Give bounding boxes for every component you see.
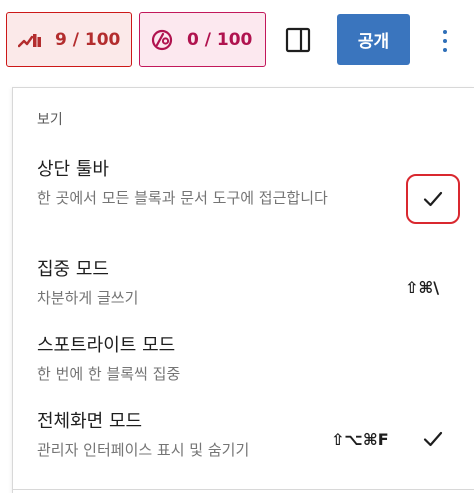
menu-item-title: 집중 모드 bbox=[37, 259, 109, 280]
seo-score-button[interactable]: 9 / 100 bbox=[6, 12, 132, 67]
fullscreen-mode-shortcut: ⇧⌥⌘F bbox=[331, 430, 389, 449]
readability-score-button[interactable]: 0 / 100 bbox=[139, 12, 266, 67]
menu-item-title: 스포트라이트 모드 bbox=[37, 335, 176, 356]
publish-button[interactable]: 공개 bbox=[337, 14, 410, 65]
menu-item-title: 전체화면 모드 bbox=[37, 411, 143, 432]
menu-item-title: 상단 툴바 bbox=[37, 159, 109, 180]
more-options-icon[interactable] bbox=[432, 22, 458, 60]
menu-divider bbox=[13, 489, 474, 490]
seo-score-value: 9 / 100 bbox=[55, 29, 121, 50]
check-icon bbox=[419, 425, 447, 453]
menu-item-description: 한 번에 한 블록씩 집중 bbox=[37, 365, 181, 383]
menu-item-spotlight-mode[interactable]: 스포트라이트 모드 한 번에 한 블록씩 집중 bbox=[37, 334, 457, 385]
menu-item-description: 한 곳에서 모든 블록과 문서 도구에 접근합니다 bbox=[37, 189, 328, 207]
readability-icon bbox=[149, 29, 175, 51]
menu-item-description: 차분하게 글쓰기 bbox=[37, 289, 139, 307]
menu-item-description: 관리자 인터페이스 표시 및 숨기기 bbox=[37, 441, 250, 459]
menu-item-fullscreen-mode[interactable]: 전체화면 모드 관리자 인터페이스 표시 및 숨기기 bbox=[37, 410, 457, 461]
editor-toolbar: 9 / 100 0 / 100 공개 bbox=[0, 0, 474, 80]
menu-group-title: 보기 bbox=[37, 112, 63, 128]
menu-item-top-toolbar[interactable]: 상단 툴바 한 곳에서 모든 블록과 문서 도구에 접근합니다 bbox=[37, 158, 457, 209]
menu-item-focus-mode[interactable]: 집중 모드 차분하게 글쓰기 bbox=[37, 258, 457, 309]
seo-chart-icon bbox=[17, 29, 43, 51]
view-options-menu: 보기 상단 툴바 한 곳에서 모든 블록과 문서 도구에 접근합니다 집중 모드… bbox=[12, 87, 474, 493]
check-icon bbox=[419, 185, 447, 213]
readability-score-value: 0 / 100 bbox=[187, 29, 253, 50]
toggle-sidebar-icon[interactable] bbox=[283, 25, 313, 55]
focus-mode-shortcut: ⇧⌘\ bbox=[405, 278, 440, 297]
